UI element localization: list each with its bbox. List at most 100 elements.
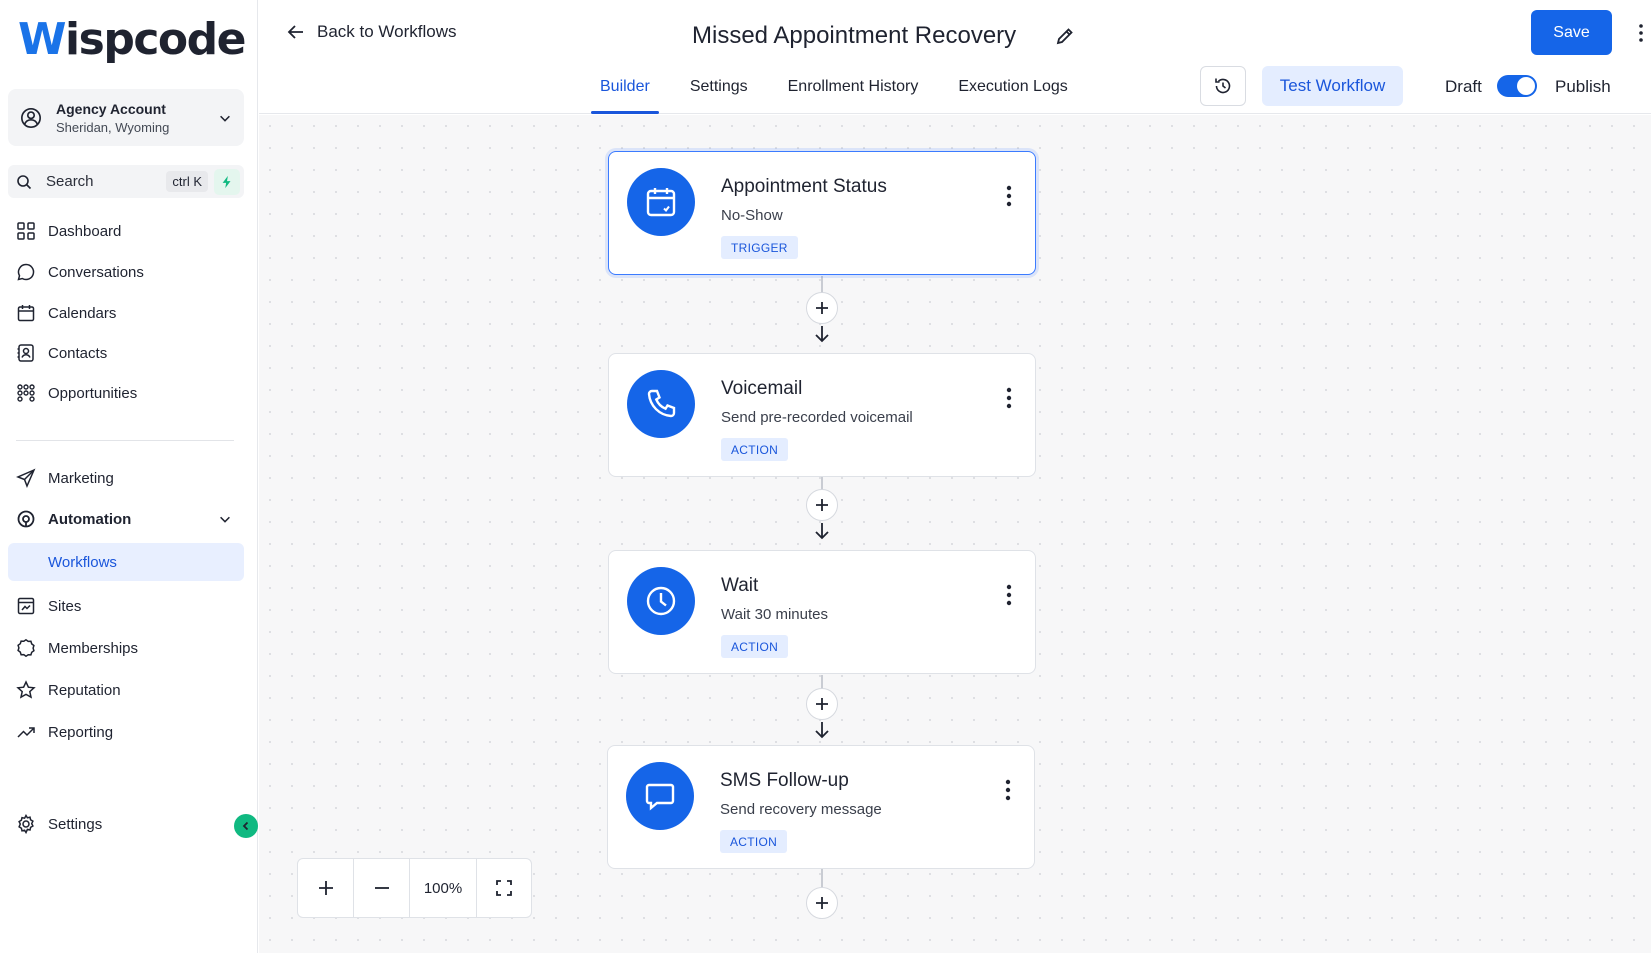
account-location: Sheridan, Wyoming: [56, 119, 170, 135]
toggle-knob: [1517, 77, 1535, 95]
add-step-button[interactable]: [806, 489, 838, 521]
node-title: Voicemail: [721, 378, 803, 399]
node-subtitle: No-Show: [721, 207, 783, 224]
tab-settings[interactable]: Settings: [681, 74, 757, 114]
node-menu-icon[interactable]: [1005, 184, 1013, 208]
chevron-down-icon: [220, 115, 230, 122]
workflow-title: Missed Appointment Recovery: [692, 22, 1017, 49]
sidebar-item-settings[interactable]: Settings: [8, 805, 244, 843]
sidebar-item-automation[interactable]: Automation: [8, 500, 244, 538]
arrow-down-icon: [815, 722, 829, 739]
workflow-canvas[interactable]: Appointment Status No-Show TRIGGER Voice…: [259, 115, 1651, 953]
back-to-workflows-link[interactable]: Back to Workflows: [287, 22, 457, 42]
sidebar-item-label: Automation: [48, 510, 132, 528]
opportunities-icon: [17, 384, 35, 402]
node-type-badge: TRIGGER: [721, 236, 798, 259]
sidebar-item-label: Marketing: [48, 469, 114, 487]
node-type-badge: ACTION: [721, 438, 789, 461]
zoom-out-button[interactable]: [354, 859, 410, 917]
add-step-button[interactable]: [806, 292, 838, 324]
sidebar-item-workflows[interactable]: Workflows: [8, 543, 244, 581]
sidebar-item-memberships[interactable]: Memberships: [8, 629, 244, 667]
workflow-node-sms[interactable]: SMS Follow-up Send recovery message ACTI…: [607, 745, 1035, 869]
zoom-controls: 100%: [297, 858, 532, 918]
node-subtitle: Send pre-recorded voicemail: [721, 409, 913, 426]
chevron-down-icon: [220, 516, 230, 523]
sidebar-item-reporting[interactable]: Reporting: [8, 713, 244, 751]
workflow-tabs: Builder Settings Enrollment History Exec…: [591, 74, 1099, 114]
chevron-left-icon: [242, 821, 249, 831]
arrow-left-icon: [287, 25, 303, 39]
search-icon: [17, 174, 32, 189]
node-title: Appointment Status: [721, 176, 887, 197]
calendar-icon: [646, 188, 676, 217]
contact-card-icon: [17, 344, 34, 362]
sidebar-item-label: Reporting: [48, 723, 114, 741]
zoom-in-button[interactable]: [298, 859, 354, 917]
add-step-button[interactable]: [806, 887, 838, 919]
test-workflow-button[interactable]: Test Workflow: [1262, 66, 1403, 106]
sidebar-item-reputation[interactable]: Reputation: [8, 671, 244, 709]
chat-bubble-icon: [17, 263, 35, 281]
website-icon: [17, 597, 35, 615]
save-button[interactable]: Save: [1531, 10, 1612, 55]
workflow-node-voicemail[interactable]: Voicemail Send pre-recorded voicemail AC…: [608, 353, 1036, 477]
pencil-icon[interactable]: [1055, 26, 1075, 46]
sidebar-item-label: Sites: [48, 597, 82, 615]
sidebar-item-label: Conversations: [48, 263, 144, 281]
brand-logo[interactable]: Wispcode: [18, 14, 246, 65]
node-menu-icon[interactable]: [1004, 778, 1012, 802]
plus-icon: [816, 897, 828, 909]
collapse-sidebar-button[interactable]: [234, 814, 258, 838]
zoom-level-value: 100%: [423, 879, 463, 897]
sidebar-item-label: Contacts: [48, 344, 108, 362]
node-icon-container: [626, 762, 694, 830]
dashboard-icon: [17, 222, 35, 240]
node-type-badge: ACTION: [720, 830, 788, 853]
automation-icon: [17, 510, 35, 528]
tab-enrollment-history[interactable]: Enrollment History: [779, 74, 928, 114]
phone-icon: [647, 389, 676, 418]
sidebar-item-calendars[interactable]: Calendars: [8, 294, 244, 332]
sidebar-item-marketing[interactable]: Marketing: [8, 459, 244, 497]
plus-icon: [816, 698, 828, 710]
publish-label: Publish: [1555, 77, 1611, 96]
send-icon: [16, 468, 36, 488]
message-icon: [645, 783, 675, 811]
more-options-icon[interactable]: [1631, 22, 1651, 44]
sidebar-item-label: Opportunities: [48, 384, 138, 402]
workflow-node-wait[interactable]: Wait Wait 30 minutes ACTION: [608, 550, 1036, 674]
sidebar-item-conversations[interactable]: Conversations: [8, 253, 244, 291]
version-history-button[interactable]: [1200, 66, 1246, 106]
history-icon: [1215, 78, 1231, 94]
sidebar-item-label: Calendars: [48, 304, 117, 322]
arrow-down-icon: [815, 326, 829, 343]
node-subtitle: Send recovery message: [720, 801, 882, 818]
node-menu-icon[interactable]: [1005, 386, 1013, 410]
lightning-icon: [222, 175, 231, 188]
sidebar-item-dashboard[interactable]: Dashboard: [8, 212, 244, 250]
node-menu-icon[interactable]: [1005, 583, 1013, 607]
tab-builder[interactable]: Builder: [591, 74, 659, 114]
plus-icon: [318, 881, 333, 895]
tab-execution-logs[interactable]: Execution Logs: [949, 74, 1076, 114]
connector-line: [821, 869, 823, 887]
node-icon-container: [627, 567, 695, 635]
sidebar-item-sites[interactable]: Sites: [8, 587, 244, 625]
sidebar-item-opportunities[interactable]: Opportunities: [8, 374, 244, 412]
search-box[interactable]: Search ctrl K: [8, 165, 244, 198]
gear-icon: [18, 814, 34, 834]
logo-text: ispcode: [65, 14, 246, 65]
account-icon: [21, 107, 41, 128]
publish-toggle[interactable]: [1497, 75, 1537, 97]
quick-actions-button[interactable]: [214, 168, 240, 195]
add-step-button[interactable]: [806, 688, 838, 720]
node-icon-container: [627, 370, 695, 438]
sidebar-item-label: Settings: [48, 815, 103, 833]
fit-to-screen-button[interactable]: [477, 859, 531, 917]
arrow-down-icon: [815, 523, 829, 540]
search-shortcut: ctrl K: [166, 171, 208, 192]
sidebar-item-contacts[interactable]: Contacts: [8, 334, 244, 372]
workflow-node-trigger[interactable]: Appointment Status No-Show TRIGGER: [608, 151, 1036, 275]
account-switcher[interactable]: Agency Account Sheridan, Wyoming: [8, 89, 244, 146]
